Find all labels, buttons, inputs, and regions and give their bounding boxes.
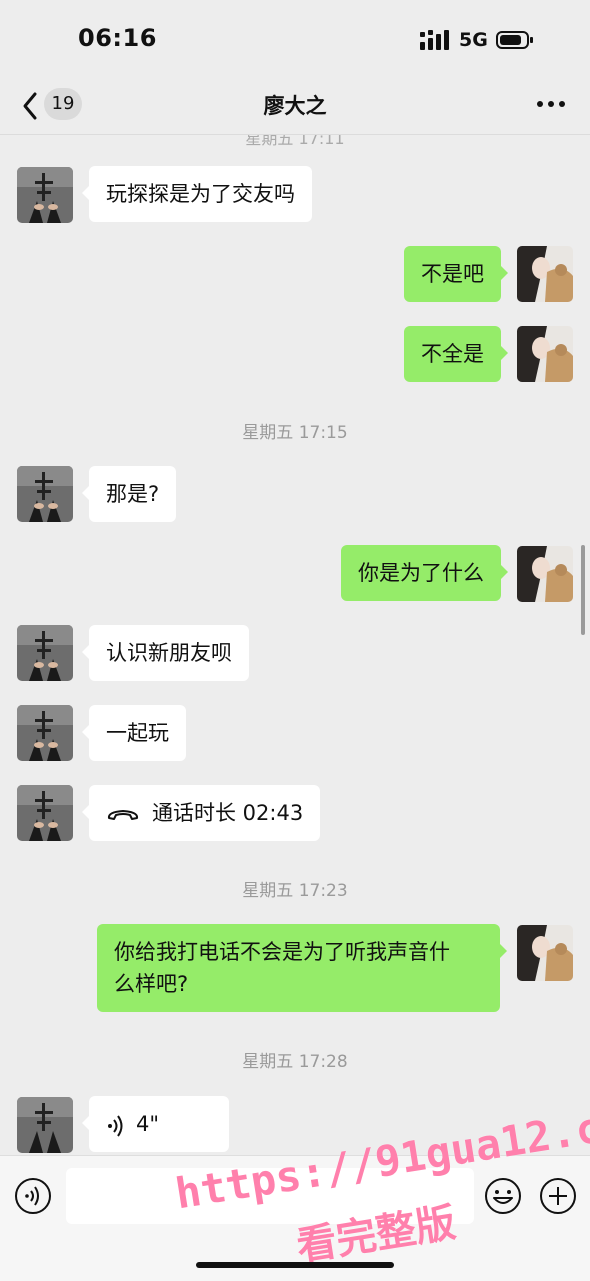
call-duration-text: 通话时长 02:43 [152, 801, 304, 825]
timestamp: 星期五 17:23 [242, 881, 348, 901]
battery-icon [496, 31, 533, 49]
phone-hangup-icon [107, 810, 139, 820]
self-avatar[interactable] [517, 546, 573, 602]
home-indicator [196, 1262, 394, 1268]
contact-avatar[interactable] [17, 466, 73, 522]
chat-header: 19 廖大之 [0, 78, 590, 135]
voice-duration: 4" [136, 1112, 160, 1136]
contact-avatar[interactable] [17, 625, 73, 681]
scrollbar[interactable] [581, 545, 585, 635]
contact-avatar[interactable] [17, 785, 73, 841]
emoji-icon[interactable] [484, 1177, 522, 1215]
message-bubble-incoming[interactable]: 那是? [81, 466, 177, 522]
network-type: 5G [459, 29, 488, 51]
message-bubble-incoming[interactable]: 一起玩 [82, 705, 186, 761]
message-bubble-incoming[interactable]: 玩探探是为了交友吗 [82, 166, 312, 222]
message-bubble-outgoing[interactable]: 你是为了什么 [341, 545, 508, 601]
contact-avatar[interactable] [17, 167, 73, 223]
message-bubble-outgoing[interactable]: 你给我打电话不会是为了听我声音什 么样吧? [97, 924, 507, 1012]
message-bubble-incoming[interactable]: 认识新朋友呗 [82, 625, 249, 681]
voice-input-icon[interactable] [14, 1177, 52, 1215]
contact-avatar[interactable] [17, 705, 73, 761]
status-time: 06:16 [78, 24, 157, 52]
self-avatar[interactable] [517, 246, 573, 302]
timestamp: 星期五 17:11 [245, 135, 345, 148]
voice-wave-icon [108, 1115, 123, 1137]
signal-icon [420, 30, 449, 50]
self-avatar[interactable] [517, 925, 573, 981]
contact-avatar[interactable] [17, 1097, 73, 1153]
status-bar: 06:16 5G [0, 0, 590, 78]
message-bubble-outgoing[interactable]: 不是吧 [404, 246, 508, 302]
message-bubble-outgoing[interactable]: 不全是 [404, 326, 508, 382]
message-text-line: 么样吧? [114, 972, 189, 996]
message-list[interactable]: 星期五 17:11 玩探探是为了交友吗 不是吧 不全是 星期五 17:15 那是… [0, 135, 590, 1155]
more-options-icon[interactable] [533, 94, 569, 114]
timestamp: 星期五 17:28 [242, 1052, 348, 1072]
timestamp: 星期五 17:15 [242, 423, 348, 443]
message-text-line: 你给我打电话不会是为了听我声音什 [114, 940, 450, 964]
plus-icon[interactable] [539, 1177, 577, 1215]
call-record-bubble[interactable]: 通话时长 02:43 [81, 785, 321, 841]
voice-message-bubble[interactable]: 4" [82, 1096, 229, 1152]
self-avatar[interactable] [517, 326, 573, 382]
chat-title: 廖大之 [263, 94, 327, 118]
